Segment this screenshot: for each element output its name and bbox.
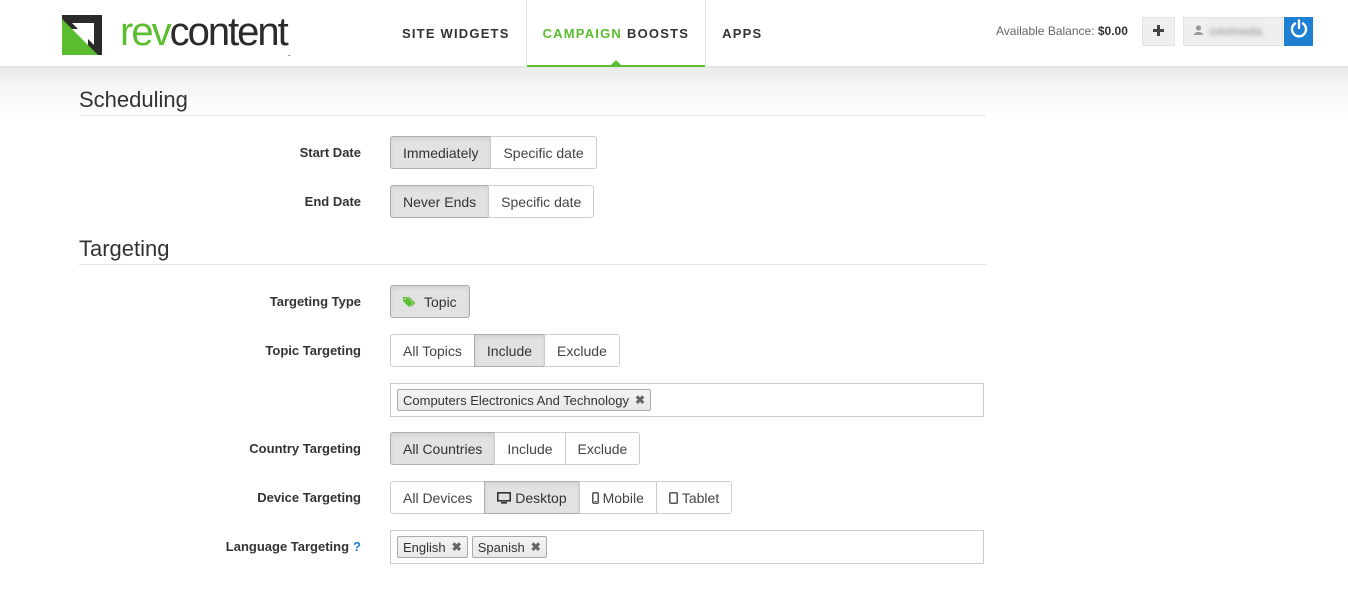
end-date-toggle: Never Ends Specific date [390, 185, 595, 218]
mobile-icon [591, 491, 599, 504]
language-tags-input[interactable]: English ✖ Spanish ✖ [390, 530, 984, 564]
remove-tag-icon[interactable]: ✖ [452, 540, 462, 554]
topic-include-button[interactable]: Include [473, 334, 546, 367]
targeting-type-toggle: Topic [390, 285, 470, 318]
logo-wordmark: revcontent. [120, 10, 291, 59]
device-tablet-button[interactable]: Tablet [655, 481, 733, 514]
top-navbar: revcontent. SITE WIDGETS CAMPAIGN BOOSTS… [0, 0, 1348, 68]
available-balance: Available Balance: $0.00 [996, 24, 1128, 38]
language-tag-label: English [403, 539, 446, 555]
language-targeting-text: Language Targeting [225, 539, 350, 554]
revcontent-logo[interactable]: revcontent. [62, 10, 291, 59]
language-tag-label: Spanish [477, 539, 525, 555]
topic-exclude-button[interactable]: Exclude [544, 334, 620, 367]
device-all-devices-button[interactable]: All Devices [390, 481, 486, 514]
country-targeting-toggle: All Countries Include Exclude [390, 432, 641, 465]
targeting-type-label: Targeting Type [269, 294, 361, 309]
device-targeting-label: Device Targeting [257, 490, 361, 505]
user-icon [1194, 25, 1203, 38]
start-date-label: Start Date [299, 145, 361, 160]
logout-button[interactable] [1284, 17, 1313, 46]
nav-boosts-label: BOOSTS [627, 26, 690, 41]
help-icon[interactable]: ? [353, 539, 361, 554]
country-exclude-button[interactable]: Exclude [564, 432, 641, 465]
balance-label: Available Balance: [996, 24, 1095, 38]
desktop-icon [497, 491, 512, 504]
nav-apps[interactable]: APPS [706, 0, 778, 67]
remove-tag-icon[interactable]: ✖ [635, 393, 645, 407]
remove-tag-icon[interactable]: ✖ [531, 540, 541, 554]
country-all-countries-button[interactable]: All Countries [390, 432, 496, 465]
header-shadow [0, 67, 1348, 117]
main-nav: SITE WIDGETS CAMPAIGN BOOSTS APPS [386, 0, 778, 68]
desktop-label: Desktop [515, 489, 567, 506]
add-funds-button[interactable] [1142, 17, 1175, 46]
tag-icon [403, 296, 417, 308]
tablet-label: Tablet [681, 489, 720, 506]
targeting-heading: Targeting [79, 236, 170, 261]
topic-label: Topic [424, 293, 457, 310]
targeting-divider [79, 264, 986, 265]
logo-mark-icon [62, 15, 102, 55]
scheduling-divider [79, 115, 986, 116]
language-tag-english: English ✖ [397, 536, 468, 558]
plus-icon [1153, 23, 1164, 41]
language-targeting-label: Language Targeting? [79, 539, 361, 554]
nav-site-widgets-label: SITE WIDGETS [402, 26, 510, 41]
user-menu-button[interactable]: solutmedia [1183, 17, 1283, 46]
language-tag-spanish: Spanish ✖ [471, 536, 547, 558]
device-targeting-toggle: All Devices Desktop Mobile Tablet [390, 481, 733, 514]
nav-site-widgets[interactable]: SITE WIDGETS [386, 0, 526, 67]
device-mobile-button[interactable]: Mobile [578, 481, 657, 514]
scheduling-heading: Scheduling [79, 87, 188, 112]
end-date-label: End Date [304, 194, 361, 209]
topic-all-topics-button[interactable]: All Topics [390, 334, 475, 367]
topic-targeting-toggle: All Topics Include Exclude [390, 334, 620, 367]
start-specific-date-button[interactable]: Specific date [490, 136, 597, 169]
topic-tag: Computers Electronics And Technology ✖ [397, 389, 652, 411]
nav-apps-label: APPS [722, 26, 763, 41]
start-immediately-button[interactable]: Immediately [390, 136, 492, 169]
end-never-ends-button[interactable]: Never Ends [390, 185, 490, 218]
start-date-toggle: Immediately Specific date [390, 136, 597, 169]
device-desktop-button[interactable]: Desktop [484, 481, 580, 514]
country-targeting-label: Country Targeting [249, 441, 361, 456]
nav-campaign-boosts[interactable]: CAMPAIGN BOOSTS [525, 0, 707, 68]
topic-tags-input[interactable]: Computers Electronics And Technology ✖ [390, 383, 984, 417]
balance-value: $0.00 [1097, 24, 1128, 38]
nav-campaign-label: CAMPAIGN [542, 26, 622, 41]
targeting-type-topic-button[interactable]: Topic [390, 285, 470, 318]
tablet-icon [668, 491, 678, 504]
power-icon [1289, 19, 1309, 44]
mobile-label: Mobile [602, 489, 644, 506]
country-include-button[interactable]: Include [494, 432, 566, 465]
topic-tag-label: Computers Electronics And Technology [403, 392, 629, 408]
username: solutmedia [1209, 25, 1263, 38]
end-specific-date-button[interactable]: Specific date [488, 185, 595, 218]
topic-targeting-label: Topic Targeting [265, 343, 361, 358]
